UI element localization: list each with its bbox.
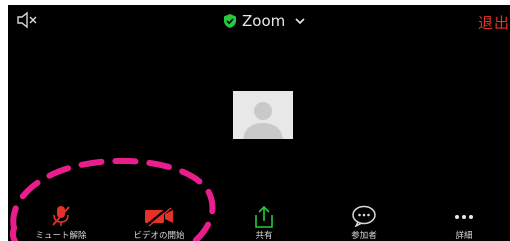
shield-check-icon [224, 14, 236, 28]
share-upload-icon [255, 205, 273, 228]
speaker-muted-icon[interactable] [16, 11, 38, 29]
start-video-label: ビデオの開始 [133, 231, 185, 241]
meeting-title-button[interactable]: Zoom [224, 11, 305, 31]
zoom-meeting-screen: Zoom 退出 ミュート解除 ビデオの開始 共有 参加者 詳細 [8, 5, 510, 241]
app-title: Zoom [242, 12, 286, 30]
unmute-label: ミュート解除 [35, 231, 87, 241]
more-button[interactable]: 詳細 [419, 205, 509, 241]
participant-avatar [233, 91, 293, 139]
share-label: 共有 [255, 231, 273, 241]
chat-bubble-icon [352, 205, 376, 227]
leave-button[interactable]: 退出 [478, 12, 510, 33]
more-dots-icon [455, 215, 473, 219]
chevron-down-icon [295, 18, 305, 25]
person-silhouette-icon [233, 91, 293, 139]
share-button[interactable]: 共有 [219, 205, 309, 241]
video-camera-off-icon [145, 206, 173, 227]
meeting-toolbar: ミュート解除 ビデオの開始 共有 参加者 詳細 [8, 205, 510, 241]
microphone-muted-icon [52, 206, 70, 226]
participants-button[interactable]: 参加者 [319, 205, 409, 241]
start-video-button[interactable]: ビデオの開始 [114, 205, 204, 241]
more-label: 詳細 [455, 231, 473, 241]
participants-label: 参加者 [351, 231, 377, 241]
unmute-button[interactable]: ミュート解除 [16, 205, 106, 241]
